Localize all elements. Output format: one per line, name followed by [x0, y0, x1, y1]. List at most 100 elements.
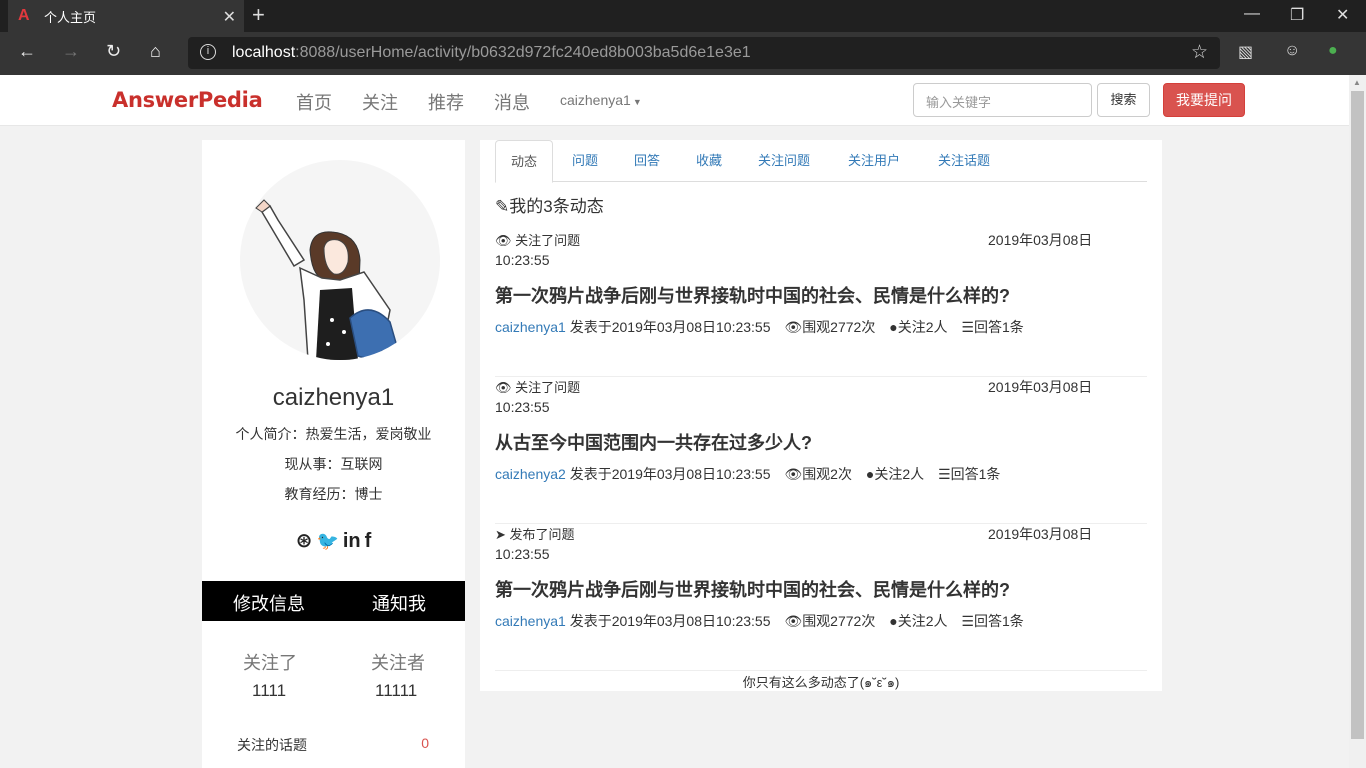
forward-icon[interactable]: → — [62, 41, 80, 62]
minimize-icon[interactable]: — — [1244, 5, 1260, 23]
followed-topics-label: 关注的话题 — [237, 737, 307, 753]
views-text: 围观2次 — [802, 466, 852, 482]
edit-info-button[interactable]: 修改信息 — [233, 590, 305, 616]
browser-toolbar: ← → ↻ ⌂ i localhost:8088/userHome/activi… — [0, 32, 1366, 75]
views-text: 围观2772次 — [802, 613, 876, 629]
scrollbar-thumb[interactable] — [1351, 91, 1364, 739]
ask-question-button[interactable]: 我要提问 — [1163, 83, 1245, 117]
site-info-icon[interactable]: i — [200, 44, 216, 60]
posted-time: 发表于2019年03月08日10:23:55 — [569, 466, 771, 482]
tab-followed-questions[interactable]: 关注问题 — [758, 140, 810, 182]
caret-down-icon: ▼ — [632, 97, 642, 107]
answers-count: ☰回答1条 — [938, 466, 1000, 482]
activity-item: ➤ 发布了问题 2019年03月08日 10:23:55 第一次鸦片战争后刚与世… — [495, 524, 1147, 671]
followed-topics-row[interactable]: 关注的话题 0 — [237, 735, 429, 755]
nav-home[interactable]: 首页 — [296, 89, 332, 115]
question-title-link[interactable]: 从古至今中国范围内一共存在过多少人? — [495, 429, 812, 455]
question-meta: caizhenya1 发表于2019年03月08日10:23:55 👁围观277… — [495, 317, 1024, 337]
nav-recommend[interactable]: 推荐 — [428, 89, 464, 115]
send-icon: ➤ — [495, 527, 506, 542]
activity-action-text: 关注了问题 — [515, 233, 581, 248]
tab-followed-topics[interactable]: 关注话题 — [938, 140, 990, 182]
follows-text: 关注2人 — [897, 613, 948, 629]
home-icon[interactable]: ⌂ — [150, 41, 161, 62]
activity-action-text: 发布了问题 — [509, 527, 575, 542]
apple-icon: ● — [889, 319, 898, 335]
nav-follow[interactable]: 关注 — [362, 89, 398, 115]
activity-item: 👁 关注了问题 2019年03月08日 10:23:55 从古至今中国范围内一共… — [495, 377, 1147, 524]
tab-answers[interactable]: 回答 — [634, 140, 660, 182]
eye-icon: 👁 — [784, 613, 803, 629]
following-count[interactable]: 1111 — [252, 681, 286, 701]
cast-icon[interactable]: ▧ — [1238, 42, 1253, 62]
views-count: 👁围观2772次 — [784, 613, 875, 629]
followers-count[interactable]: 11111 — [375, 681, 417, 701]
views-text: 围观2772次 — [802, 319, 876, 335]
reload-icon[interactable]: ↻ — [106, 41, 121, 62]
url-text: localhost:8088/userHome/activity/b0632d9… — [232, 44, 751, 62]
question-title-link[interactable]: 第一次鸦片战争后刚与世界接轨时中国的社会、民情是什么样的? — [495, 282, 1010, 308]
author-link[interactable]: caizhenya1 — [495, 319, 566, 335]
facebook-icon[interactable]: f — [365, 530, 372, 553]
follows-count: ●关注2人 — [866, 466, 924, 482]
social-links: ⊛ 🐦 in f — [202, 528, 465, 553]
twitter-icon[interactable]: 🐦 — [316, 531, 338, 552]
question-meta: caizhenya1 发表于2019年03月08日10:23:55 👁围观277… — [495, 611, 1024, 631]
close-tab-icon[interactable]: ✕ — [223, 7, 236, 27]
tab-followed-users[interactable]: 关注用户 — [848, 140, 900, 182]
posted-time: 发表于2019年03月08日10:23:55 — [569, 613, 771, 629]
tab-favorites[interactable]: 收藏 — [696, 140, 722, 182]
question-title-link[interactable]: 第一次鸦片战争后刚与世界接轨时中国的社会、民情是什么样的? — [495, 576, 1010, 602]
close-window-icon[interactable]: ✕ — [1336, 5, 1349, 25]
eye-icon: 👁 — [495, 380, 512, 395]
page-scrollbar[interactable]: ▲ — [1349, 75, 1366, 768]
activity-time: 10:23:55 — [495, 399, 550, 415]
answers-text: 回答1条 — [973, 319, 1024, 335]
back-icon[interactable]: ← — [18, 41, 36, 62]
tab-questions[interactable]: 问题 — [572, 140, 598, 182]
eye-icon: 👁 — [784, 466, 803, 482]
answers-text: 回答1条 — [973, 613, 1024, 629]
user-dropdown[interactable]: caizhenya1 ▼ — [560, 92, 642, 108]
url-host: localhost — [232, 44, 296, 61]
bookmark-star-icon[interactable]: ☆ — [1191, 41, 1208, 64]
dribbble-icon[interactable]: ⊛ — [296, 528, 313, 553]
sync-icon[interactable]: ● — [1328, 42, 1338, 60]
search-button[interactable]: 搜索 — [1097, 83, 1150, 117]
notify-me-button[interactable]: 通知我 — [372, 590, 426, 616]
followers-label: 关注者 — [371, 653, 425, 673]
author-link[interactable]: caizhenya1 — [495, 613, 566, 629]
activity-panel: 动态 问题 回答 收藏 关注问题 关注用户 关注话题 ✎我的3条动态 👁 关注了… — [480, 140, 1162, 691]
linkedin-icon[interactable]: in — [343, 530, 361, 553]
restore-icon[interactable]: ❐ — [1290, 5, 1304, 25]
apple-icon: ● — [889, 613, 898, 629]
author-link[interactable]: caizhenya2 — [495, 466, 566, 482]
address-bar[interactable]: i localhost:8088/userHome/activity/b0632… — [188, 37, 1220, 69]
user-dropdown-label: caizhenya1 — [560, 92, 631, 108]
site-favicon-icon: A — [18, 7, 30, 24]
search-input[interactable]: 输入关键字 — [913, 83, 1092, 117]
tab-activity[interactable]: 动态 — [495, 140, 554, 183]
browser-titlebar: A 个人主页 ✕ + — ❐ ✕ — [0, 0, 1366, 32]
activity-item: 👁 关注了问题 2019年03月08日 10:23:55 第一次鸦片战争后刚与世… — [495, 230, 1147, 377]
posted-time: 发表于2019年03月08日10:23:55 — [569, 319, 771, 335]
activity-action: 👁 关注了问题 — [495, 230, 580, 249]
activity-action-text: 关注了问题 — [515, 380, 581, 395]
site-logo[interactable]: AnswerPedia — [112, 88, 263, 112]
answers-count: ☰回答1条 — [961, 319, 1023, 335]
views-count: 👁围观2次 — [784, 466, 852, 482]
profile-username: caizhenya1 — [272, 384, 395, 411]
scroll-up-icon[interactable]: ▲ — [1353, 78, 1361, 87]
emoji-icon[interactable]: ☺ — [1284, 42, 1300, 60]
browser-tab[interactable]: A 个人主页 ✕ — [8, 0, 244, 32]
activity-action: 👁 关注了问题 — [495, 377, 580, 396]
feed-title-text: 我的3条动态 — [509, 197, 604, 216]
activity-date: 2019年03月08日 — [988, 379, 1093, 395]
avatar — [240, 160, 440, 360]
profile-job: 现从事：互联网 — [284, 456, 383, 472]
nav-messages[interactable]: 消息 — [494, 89, 530, 115]
answers-count: ☰回答1条 — [961, 613, 1023, 629]
list-icon: ☰ — [961, 613, 974, 629]
pencil-icon: ✎ — [495, 197, 510, 216]
new-tab-icon[interactable]: + — [252, 4, 265, 26]
